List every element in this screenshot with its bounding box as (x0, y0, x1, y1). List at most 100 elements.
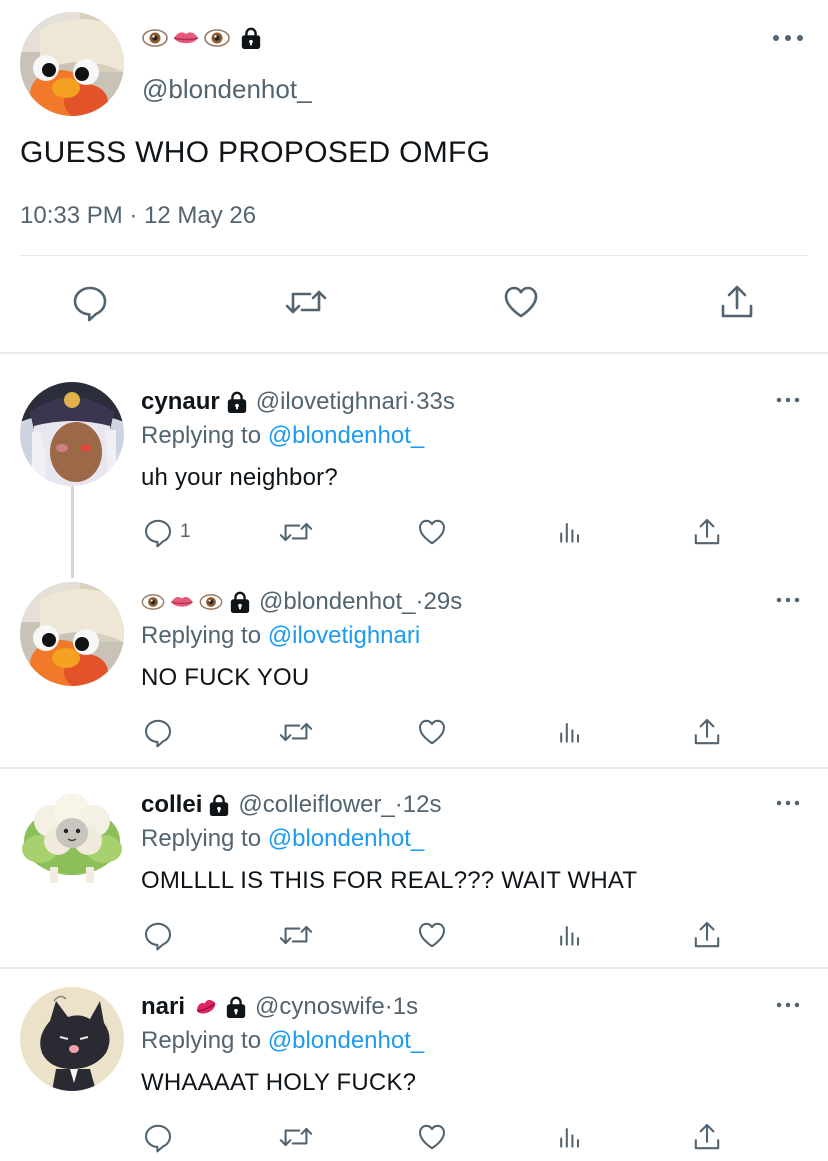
separator: · (408, 388, 417, 415)
reply-actions (0, 919, 828, 955)
duck-avatar-image (20, 582, 124, 686)
share-icon[interactable] (691, 919, 723, 951)
replying-label: Replying to (141, 1027, 262, 1054)
reply-count: 1 (180, 521, 191, 542)
reply-tweet[interactable]: collei @colleiflower_ · 12s Replying to … (0, 785, 828, 965)
reply-time[interactable]: 33s (416, 388, 455, 416)
like-icon[interactable] (416, 1121, 448, 1153)
mention-link[interactable]: @blondenhot_ (268, 422, 425, 449)
replying-label: Replying to (141, 622, 262, 649)
like-icon[interactable] (416, 716, 448, 748)
lock-icon (229, 590, 251, 614)
reply-tweet[interactable]: @blondenhot_ · 29s Replying to @ilovetig… (0, 582, 828, 762)
display-name[interactable] (141, 594, 223, 610)
reply-tweet[interactable]: cynaur @ilovetighnari · 33s Replying to … (0, 382, 828, 562)
eye-emoji-icon (141, 594, 165, 610)
reply-tweet[interactable]: nari @cynoswife · 1s Replying to @blonde… (0, 987, 828, 1161)
reply-button[interactable]: 1 (142, 516, 191, 548)
reply-header: nari @cynoswife · 1s (141, 993, 418, 1021)
analytics-icon[interactable] (554, 1121, 586, 1153)
anime-avatar-image (20, 382, 124, 486)
divider (0, 967, 828, 969)
reply-icon[interactable] (70, 282, 110, 322)
reply-text: OMLLLL IS THIS FOR REAL??? WAIT WHAT (141, 867, 638, 894)
separator: · (394, 791, 403, 818)
handle[interactable]: @colleiflower_ (238, 791, 394, 819)
retweet-icon[interactable] (278, 1121, 314, 1153)
reply-text: WHAAAAT HOLY FUCK? (141, 1069, 417, 1096)
replying-to: Replying to @blondenhot_ (141, 1027, 424, 1055)
lock-icon (226, 390, 248, 414)
avatar[interactable] (20, 987, 124, 1091)
handle[interactable]: @blondenhot_ (142, 74, 312, 105)
reply-icon[interactable] (142, 919, 174, 951)
retweet-icon[interactable] (278, 516, 314, 548)
reply-icon (142, 516, 174, 548)
share-icon[interactable] (691, 516, 723, 548)
more-icon[interactable] (774, 594, 802, 606)
share-icon[interactable] (691, 716, 723, 748)
reply-icon[interactable] (142, 716, 174, 748)
retweet-icon[interactable] (284, 282, 328, 322)
more-icon[interactable] (774, 797, 802, 809)
reply-text: NO FUCK YOU (141, 664, 310, 691)
tweet-text: GUESS WHO PROPOSED OMFG (20, 136, 491, 169)
reply-header: @blondenhot_ · 29s (141, 588, 462, 616)
reply-time[interactable]: 29s (424, 588, 463, 616)
like-icon[interactable] (416, 516, 448, 548)
lock-icon (225, 995, 247, 1019)
tweet-actions (0, 282, 828, 328)
replying-to: Replying to @blondenhot_ (141, 825, 424, 853)
divider (0, 767, 828, 769)
mention-link[interactable]: @blondenhot_ (268, 1027, 425, 1054)
more-icon[interactable] (774, 394, 802, 406)
lock-icon (240, 26, 262, 50)
more-icon[interactable] (770, 30, 806, 46)
analytics-icon[interactable] (554, 919, 586, 951)
avatar[interactable] (20, 785, 124, 889)
handle[interactable]: @cynoswife (255, 993, 385, 1021)
eye-emoji-icon (204, 29, 230, 47)
separator: · (384, 993, 393, 1020)
like-icon[interactable] (416, 919, 448, 951)
replying-to: Replying to @ilovetighnari (141, 622, 420, 650)
avatar[interactable] (20, 582, 124, 686)
more-icon[interactable] (774, 999, 802, 1011)
reply-actions (0, 716, 828, 752)
reply-text: uh your neighbor? (141, 464, 338, 491)
reply-time[interactable]: 1s (393, 993, 418, 1021)
duck-avatar-image (20, 12, 124, 116)
reply-actions: 1 (0, 516, 828, 552)
replying-label: Replying to (141, 422, 262, 449)
share-icon[interactable] (691, 1121, 723, 1153)
handle[interactable]: @blondenhot_ (259, 588, 416, 616)
tweet-timestamp[interactable]: 10:33 PM · 12 May 26 (20, 202, 256, 230)
main-tweet: @blondenhot_ GUESS WHO PROPOSED OMFG 10:… (0, 0, 828, 352)
analytics-icon[interactable] (554, 716, 586, 748)
divider (20, 255, 808, 256)
display-name[interactable]: cynaur (141, 388, 220, 416)
lock-icon (208, 793, 230, 817)
lips-emoji-icon (169, 594, 195, 610)
retweet-icon[interactable] (278, 716, 314, 748)
retweet-icon[interactable] (278, 919, 314, 951)
reply-header: collei @colleiflower_ · 12s (141, 791, 441, 819)
kiss-mark-emoji-icon (193, 997, 219, 1017)
reply-header: cynaur @ilovetighnari · 33s (141, 388, 455, 416)
analytics-icon[interactable] (554, 516, 586, 548)
divider (0, 352, 828, 354)
like-icon[interactable] (501, 282, 541, 322)
eye-emoji-icon (142, 29, 168, 47)
replying-label: Replying to (141, 825, 262, 852)
share-icon[interactable] (717, 282, 757, 322)
avatar[interactable] (20, 382, 124, 486)
black-cat-avatar-image (20, 987, 124, 1091)
handle[interactable]: @ilovetighnari (256, 388, 408, 416)
display-name[interactable]: collei (141, 791, 202, 819)
mention-link[interactable]: @blondenhot_ (268, 825, 425, 852)
reply-icon[interactable] (142, 1121, 174, 1153)
display-name[interactable]: nari (141, 993, 185, 1021)
avatar[interactable] (20, 12, 124, 116)
mention-link[interactable]: @ilovetighnari (268, 622, 420, 649)
reply-time[interactable]: 12s (403, 791, 442, 819)
